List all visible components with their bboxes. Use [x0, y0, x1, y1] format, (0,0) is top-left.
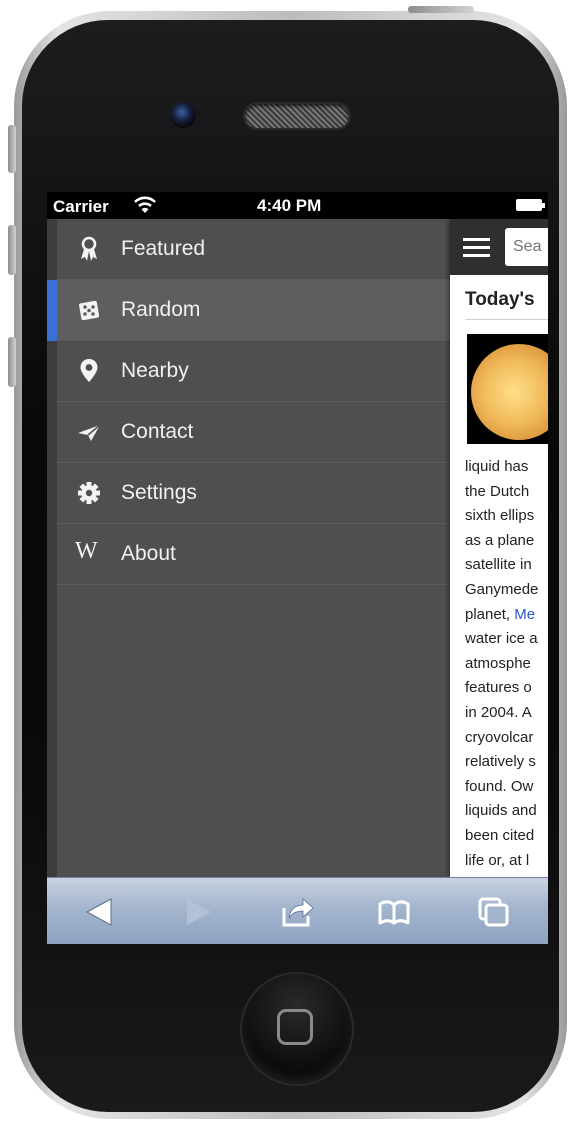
ribbon-icon — [81, 236, 97, 261]
front-camera — [170, 102, 196, 128]
menu-item-random[interactable]: Random — [47, 280, 450, 341]
browser-toolbar — [47, 877, 548, 944]
title-divider — [465, 319, 548, 320]
article-line: water ice a — [465, 630, 538, 648]
wikipedia-w-icon: W — [75, 538, 98, 564]
power-button — [408, 6, 474, 13]
volume-up-button — [8, 225, 16, 275]
battery-icon — [516, 199, 545, 211]
menu-item-label: Contact — [121, 420, 194, 443]
menu-item-label: Featured — [121, 237, 206, 260]
article-link[interactable]: Me — [514, 606, 535, 623]
status-time: 4:40 PM — [257, 196, 322, 215]
navigation-menu: Featured Random Nearby Contact Settings … — [47, 219, 450, 877]
menu-item-contact[interactable]: Contact — [57, 402, 450, 463]
moon-image — [471, 344, 548, 440]
article-line: the Dutch — [465, 482, 530, 500]
article-line: satellite in — [465, 556, 532, 574]
article-line: been cited — [465, 826, 535, 844]
article-line: atmosphe — [465, 654, 531, 672]
article-line: in 2004. A — [465, 703, 532, 721]
article-content: Today's liquid has the Dutch sixth ellip… — [450, 219, 548, 877]
menu-item-label: Random — [121, 298, 201, 321]
menu-item-settings[interactable]: Settings — [57, 463, 450, 524]
gear-icon — [78, 482, 100, 504]
home-button[interactable] — [242, 974, 352, 1084]
forward-icon[interactable] — [181, 896, 215, 928]
share-icon[interactable] — [281, 896, 315, 928]
article-header — [450, 219, 548, 275]
article-line: Ganymede — [465, 580, 539, 598]
carrier-label: Carrier — [53, 197, 109, 216]
paper-plane-icon — [78, 424, 101, 441]
article-line: life or, at l — [465, 851, 530, 869]
map-pin-icon — [80, 359, 98, 382]
menu-item-label: Nearby — [121, 359, 189, 382]
menu-item-label: Settings — [121, 481, 197, 504]
article-line: planet, Me — [465, 603, 548, 628]
screen: Carrier 4:40 PM Featured Random Nearby C… — [47, 192, 548, 944]
article-line: liquids and — [465, 802, 537, 820]
article-line-text: planet, — [465, 605, 515, 623]
article-line: liquid has — [465, 458, 529, 475]
search-input[interactable] — [505, 228, 548, 266]
dice-icon — [79, 300, 100, 321]
menu-item-about[interactable]: W About — [57, 524, 450, 585]
article-image[interactable] — [467, 334, 548, 444]
menu-item-nearby[interactable]: Nearby — [57, 341, 450, 402]
volume-down-button — [8, 337, 16, 387]
active-indicator — [47, 280, 57, 341]
article-line: cryovolcar — [465, 728, 534, 746]
article-line: found. Ow — [465, 777, 534, 795]
tabs-icon[interactable] — [477, 896, 511, 928]
article-body: liquid has the Dutch sixth ellips as a p… — [465, 455, 548, 873]
menu-item-featured[interactable]: Featured — [57, 219, 450, 280]
earpiece-speaker — [245, 104, 349, 128]
wifi-icon — [134, 196, 156, 213]
article-line: sixth ellips — [465, 507, 535, 525]
section-title: Today's — [465, 289, 535, 310]
menu-item-label: About — [121, 542, 176, 565]
article-line: relatively s — [465, 753, 536, 771]
status-bar: Carrier 4:40 PM — [47, 192, 548, 219]
mute-switch — [8, 125, 16, 173]
back-icon[interactable] — [83, 896, 117, 928]
home-square-icon — [277, 1009, 313, 1045]
menu-toggle-icon[interactable] — [463, 238, 490, 257]
article-line: as a plane — [465, 531, 535, 549]
bookmarks-icon[interactable] — [377, 896, 411, 928]
article-line: features o — [465, 679, 532, 697]
